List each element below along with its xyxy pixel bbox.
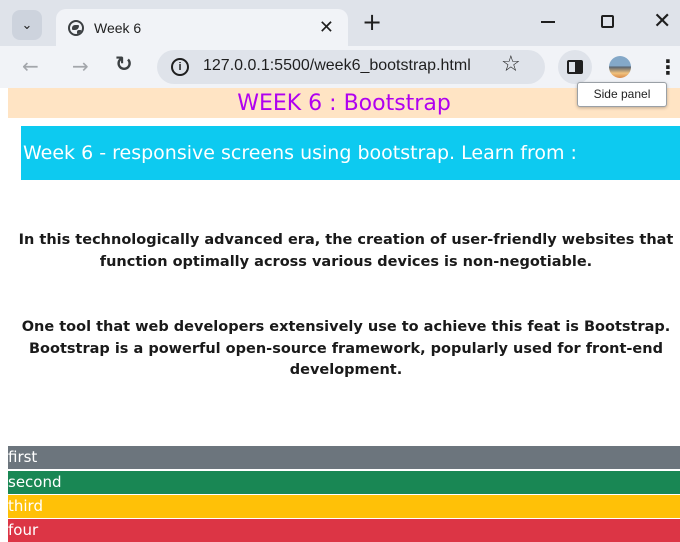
tab-search-button[interactable]: ⌄ [12, 10, 42, 40]
tab-strip: ⌄ Week 6 ✕ + ✕ [0, 0, 680, 46]
avatar[interactable] [609, 56, 631, 78]
arrow-left-icon[interactable]: ← [22, 54, 39, 78]
side-panel-button[interactable] [558, 50, 592, 84]
page-content: WEEK 6 : Bootstrap Week 6 - responsive s… [0, 88, 680, 542]
bar-second: second [8, 471, 680, 494]
bar-label: second [8, 473, 62, 491]
bar-four: four [8, 519, 680, 542]
info-icon[interactable]: i [171, 58, 189, 76]
plus-icon[interactable]: + [362, 10, 382, 34]
reload-icon[interactable]: ↻ [115, 52, 133, 76]
bar-first: first [8, 446, 680, 469]
browser-tab[interactable]: Week 6 ✕ [56, 9, 348, 46]
minimize-icon[interactable] [541, 21, 555, 23]
tab-title: Week 6 [94, 19, 142, 36]
chevron-down-icon: ⌄ [21, 17, 33, 33]
bar-label: third [8, 497, 43, 515]
window-close-icon[interactable]: ✕ [653, 9, 671, 34]
close-icon[interactable]: ✕ [319, 17, 334, 38]
url-text[interactable]: 127.0.0.1:5500/week6_bootstrap.html [203, 57, 471, 75]
arrow-right-icon[interactable]: → [72, 54, 89, 78]
globe-icon [68, 19, 84, 36]
bar-label: first [8, 448, 38, 466]
hero-banner: Week 6 - responsive screens using bootst… [21, 126, 680, 180]
maximize-icon[interactable] [601, 15, 614, 28]
side-panel-icon [567, 60, 583, 74]
star-icon[interactable]: ☆ [501, 52, 521, 77]
bootstrap-paragraph: One tool that web developers extensively… [21, 319, 671, 378]
address-bar[interactable]: i 127.0.0.1:5500/week6_bootstrap.html ☆ [157, 50, 545, 84]
intro-paragraph: In this technologically advanced era, th… [18, 232, 674, 270]
bar-third: third [8, 495, 680, 518]
kebab-menu-icon[interactable]: ⋮ [658, 55, 678, 79]
bar-label: four [8, 521, 39, 539]
side-panel-tooltip: Side panel [577, 82, 667, 107]
